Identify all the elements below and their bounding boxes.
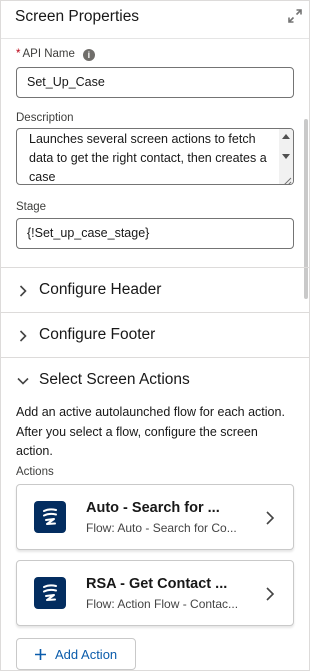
action-card[interactable]: Auto - Search for ... Flow: Auto - Searc… xyxy=(16,484,294,550)
configure-header-section[interactable]: Configure Header xyxy=(1,267,309,312)
panel-header: Screen Properties xyxy=(1,1,309,39)
chevron-right-icon xyxy=(17,329,29,342)
chevron-right-icon[interactable] xyxy=(265,511,275,525)
description-textarea[interactable]: Launches several screen actions to fetch… xyxy=(16,128,294,185)
action-title: RSA - Get Contact ... xyxy=(86,576,228,592)
action-card[interactable]: RSA - Get Contact ... Flow: Action Flow … xyxy=(16,560,294,626)
description-label: Description xyxy=(16,112,74,124)
chevron-right-icon xyxy=(17,284,29,297)
chevron-right-icon[interactable] xyxy=(265,587,275,601)
api-name-label-text: API Name xyxy=(22,48,75,60)
select-screen-actions-label: Select Screen Actions xyxy=(39,371,190,388)
add-action-label: Add Action xyxy=(55,647,118,662)
flow-icon xyxy=(34,577,66,609)
flow-icon xyxy=(34,501,66,533)
api-name-input[interactable]: Set_Up_Case xyxy=(16,67,294,98)
required-marker: * xyxy=(16,48,21,60)
resize-handle-icon[interactable] xyxy=(282,173,292,184)
plus-icon xyxy=(34,648,47,661)
chevron-down-icon xyxy=(17,374,29,386)
panel-title: Screen Properties xyxy=(15,8,140,25)
scroll-down-icon[interactable] xyxy=(282,154,290,159)
screen-actions-help-text: Add an active autolaunched flow for each… xyxy=(16,405,285,458)
configure-footer-label: Configure Footer xyxy=(39,326,156,343)
action-subtitle: Flow: Action Flow - Contac... xyxy=(86,597,239,611)
info-icon[interactable]: i xyxy=(82,49,95,61)
screen-properties-panel: Screen Properties * API Name i Set_Up_Case… xyxy=(0,0,310,671)
select-screen-actions-section[interactable]: Select Screen Actions xyxy=(1,357,309,402)
stage-input[interactable]: {!Set_up_case_stage} xyxy=(16,218,294,249)
panel-scrollbar[interactable] xyxy=(303,39,309,299)
configure-footer-section[interactable]: Configure Footer xyxy=(1,312,309,357)
action-title: Auto - Search for ... xyxy=(86,500,220,516)
actions-list-label: Actions xyxy=(16,466,54,478)
action-subtitle: Flow: Auto - Search for Co... xyxy=(86,521,237,535)
stage-label: Stage xyxy=(16,201,47,213)
add-action-button[interactable]: Add Action xyxy=(16,638,136,670)
configure-header-label: Configure Header xyxy=(39,281,162,298)
api-name-label: * API Name i xyxy=(16,48,95,61)
scroll-up-icon[interactable] xyxy=(282,134,290,139)
description-text: Launches several screen actions to fetch… xyxy=(29,132,267,184)
expand-icon[interactable] xyxy=(287,8,303,24)
